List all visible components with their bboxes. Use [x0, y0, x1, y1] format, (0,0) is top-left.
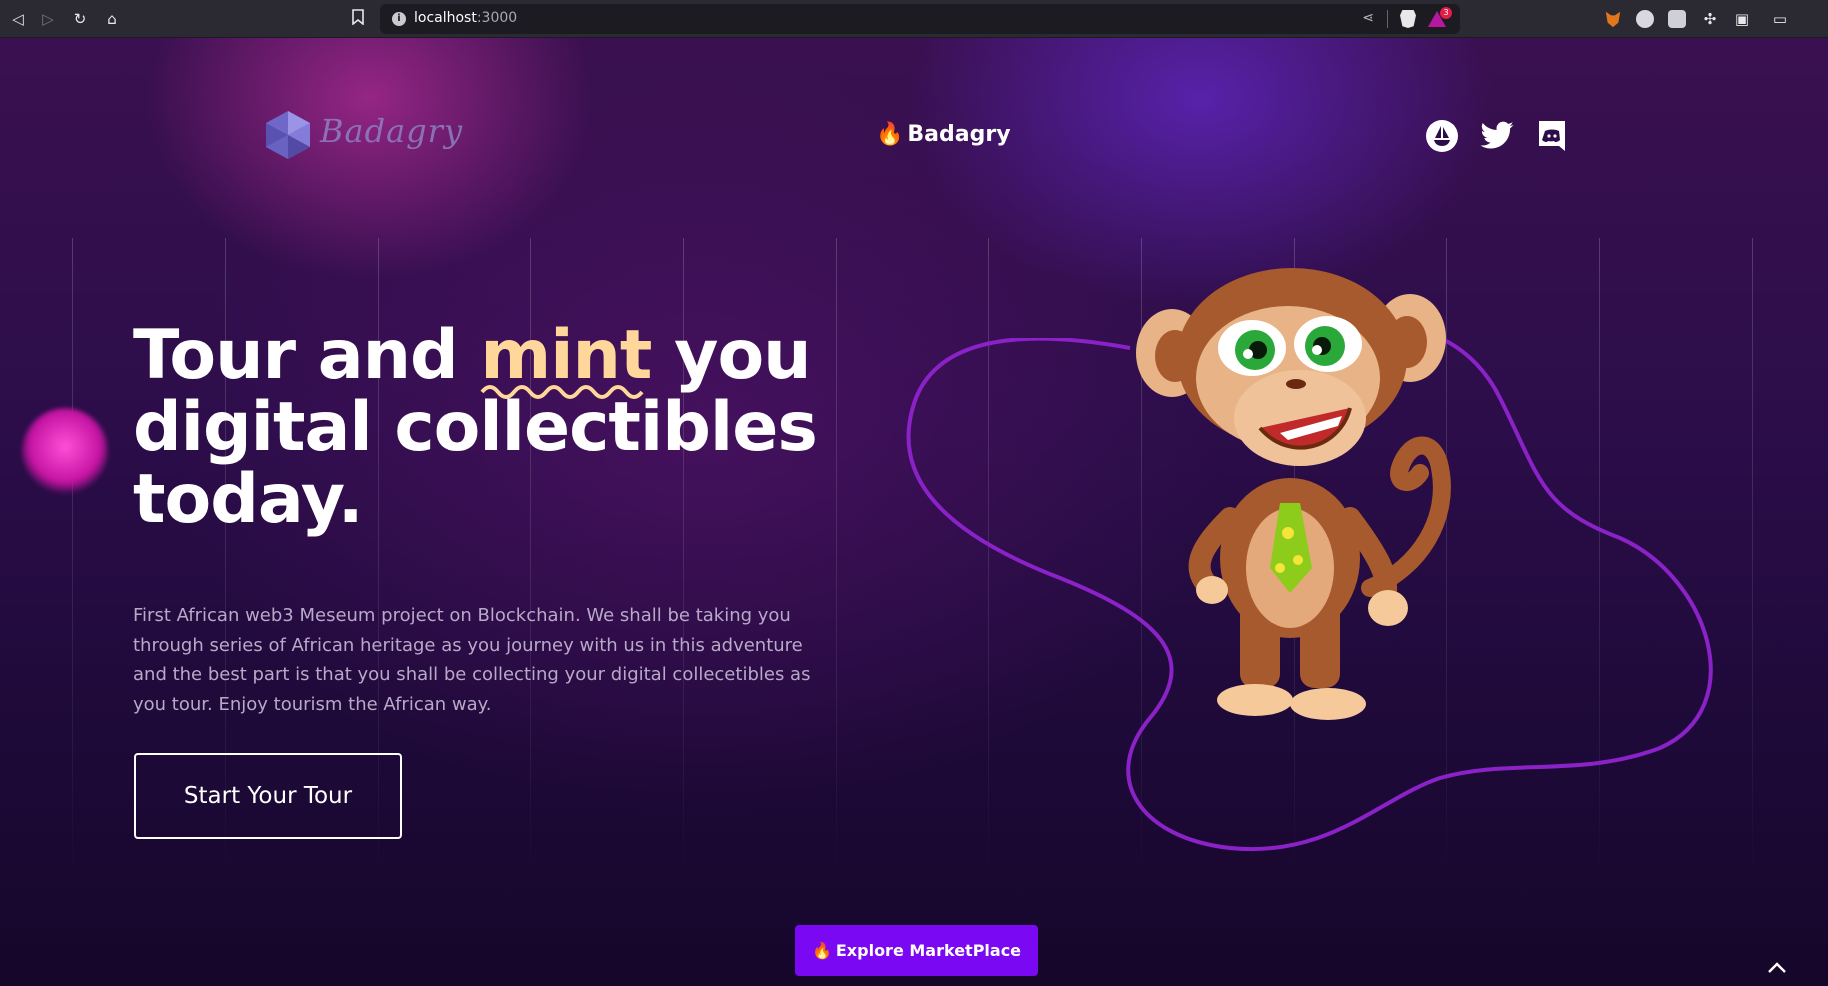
- explore-label: Explore MarketPlace: [835, 941, 1022, 960]
- url-text[interactable]: localhost:3000: [414, 10, 517, 26]
- grid-line: [72, 238, 73, 878]
- reload-icon[interactable]: ↻: [70, 9, 90, 29]
- rewards-badge: 3: [1440, 7, 1452, 19]
- discord-icon[interactable]: [1534, 118, 1570, 154]
- opensea-icon[interactable]: [1424, 118, 1460, 154]
- share-icon[interactable]: ⋖: [1362, 10, 1374, 26]
- explore-marketplace-button[interactable]: 🔥 Explore MarketPlace: [795, 925, 1038, 976]
- forward-icon[interactable]: ▷: [38, 9, 58, 29]
- squiggle-underline: [480, 385, 644, 399]
- page: Badagry 🔥 Badagry Tour and mint you digit…: [0, 38, 1828, 986]
- decorative-orb: [22, 408, 108, 494]
- hero-title-highlight: mint: [480, 320, 652, 399]
- gem-logo-icon: [266, 111, 310, 159]
- metamask-icon[interactable]: [1605, 11, 1621, 28]
- home-icon[interactable]: ⌂: [102, 9, 122, 29]
- hero-title-part2: you: [651, 316, 811, 395]
- extension-icon[interactable]: [1636, 10, 1654, 28]
- bookmark-icon[interactable]: [348, 9, 368, 29]
- hero-title-line2: digital collectibles: [133, 388, 818, 467]
- start-tour-button[interactable]: Start Your Tour: [134, 753, 402, 839]
- brand-text: Badagry: [907, 122, 1011, 147]
- monkey-nft-illustration: [1136, 268, 1451, 720]
- url-separator: [1387, 10, 1388, 28]
- hero-title-part1: Tour and: [133, 316, 481, 395]
- grid-line: [1752, 238, 1753, 878]
- hero-title: Tour and mint you digital collectibles t…: [133, 320, 853, 536]
- hero-description: First African web3 Meseum project on Blo…: [133, 605, 811, 715]
- brand-title[interactable]: 🔥 Badagry: [876, 122, 1011, 152]
- fire-icon: 🔥: [811, 941, 832, 960]
- hero-title-line3: today.: [133, 460, 364, 539]
- url-bar[interactable]: i localhost:3000 ⋖ 3: [380, 4, 1460, 34]
- browser-toolbar: ◁ ▷ ↻ ⌂ i localhost:3000 ⋖ 3 ✣ ▣ ▭: [0, 0, 1828, 38]
- site-info-icon[interactable]: i: [392, 12, 406, 26]
- logo-text: Badagry: [320, 112, 464, 150]
- twitter-icon[interactable]: [1479, 118, 1515, 154]
- sidebar-icon[interactable]: ▣: [1732, 9, 1752, 29]
- puzzle-icon[interactable]: ✣: [1700, 9, 1720, 29]
- scroll-to-top-icon[interactable]: [1764, 958, 1790, 980]
- extension-icon[interactable]: [1668, 10, 1686, 28]
- brave-shield-icon[interactable]: [1400, 10, 1416, 28]
- wallet-icon[interactable]: ▭: [1770, 9, 1790, 29]
- fire-icon: 🔥: [876, 122, 904, 147]
- back-icon[interactable]: ◁: [8, 9, 28, 29]
